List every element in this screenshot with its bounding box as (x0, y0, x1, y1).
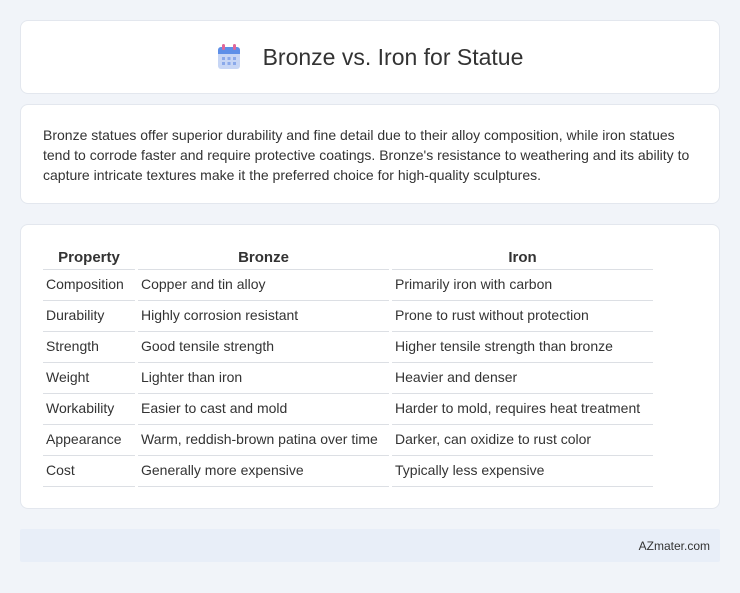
table-cell: Typically less expensive (392, 456, 653, 487)
page-title: Bronze vs. Iron for Statue (262, 43, 524, 70)
table-row: Appearance Warm, reddish-brown patina ov… (43, 425, 653, 456)
column-header-property: Property (43, 245, 135, 270)
table-cell: Prone to rust without protection (392, 301, 653, 332)
column-header-iron: Iron (392, 245, 653, 270)
table-row: Cost Generally more expensive Typically … (43, 456, 653, 487)
table-cell: Lighter than iron (138, 363, 389, 394)
table-cell: Weight (43, 363, 135, 394)
calendar-icon (217, 44, 241, 70)
table-cell: Warm, reddish-brown patina over time (138, 425, 389, 456)
table-cell: Heavier and denser (392, 363, 653, 394)
table-cell: Appearance (43, 425, 135, 456)
table-cell: Copper and tin alloy (138, 270, 389, 301)
table-row: Composition Copper and tin alloy Primari… (43, 270, 653, 301)
table-cell: Darker, can oxidize to rust color (392, 425, 653, 456)
table-cell: Good tensile strength (138, 332, 389, 363)
table-cell: Generally more expensive (138, 456, 389, 487)
table-cell: Durability (43, 301, 135, 332)
table-row: Durability Highly corrosion resistant Pr… (43, 301, 653, 332)
comparison-table-card: Property Bronze Iron Composition Copper … (20, 224, 720, 509)
table-row: Weight Lighter than iron Heavier and den… (43, 363, 653, 394)
title-card: Bronze vs. Iron for Statue (20, 20, 720, 94)
footer: AZmater.com (20, 529, 720, 562)
table-row: Strength Good tensile strength Higher te… (43, 332, 653, 363)
table-cell: Easier to cast and mold (138, 394, 389, 425)
table-cell: Highly corrosion resistant (138, 301, 389, 332)
comparison-table: Property Bronze Iron Composition Copper … (40, 245, 656, 487)
description-text: Bronze statues offer superior durability… (43, 127, 690, 183)
table-header-row: Property Bronze Iron (43, 245, 653, 270)
description-card: Bronze statues offer superior durability… (20, 104, 720, 204)
table-row: Workability Easier to cast and mold Hard… (43, 394, 653, 425)
column-header-bronze: Bronze (138, 245, 389, 270)
table-cell: Cost (43, 456, 135, 487)
table-cell: Workability (43, 394, 135, 425)
table-cell: Harder to mold, requires heat treatment (392, 394, 653, 425)
table-cell: Composition (43, 270, 135, 301)
footer-brand: AZmater.com (638, 538, 710, 553)
table-cell: Strength (43, 332, 135, 363)
table-cell: Higher tensile strength than bronze (392, 332, 653, 363)
title-wrap: Bronze vs. Iron for Statue (217, 43, 524, 71)
table-cell: Primarily iron with carbon (392, 270, 653, 301)
